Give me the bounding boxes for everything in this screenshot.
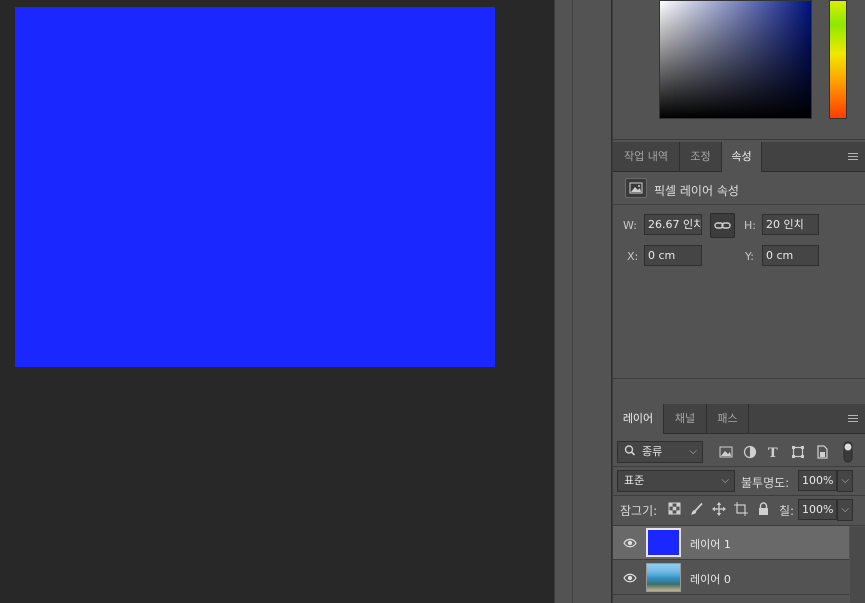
lock-transparency-icon[interactable] [668,502,684,518]
properties-tabbar: 작업 내역 조정 속성 [613,142,865,172]
y-label: Y: [745,250,754,263]
layer-thumbnail [646,528,681,557]
svg-text:T: T [768,446,778,459]
divider [613,495,865,496]
layer-row[interactable]: 레이어 1 [613,526,849,560]
pixel-layer-icon [625,178,647,198]
chevron-down-icon: ⌵ [689,446,697,457]
smart-object-filter-icon[interactable] [815,445,831,461]
x-label: X: [627,250,639,263]
chevron-down-icon: ⌵ [841,504,849,515]
lock-icon[interactable] [757,502,773,518]
filter-kind-label: 종류 [642,445,663,458]
tab-channels[interactable]: 채널 [664,404,707,434]
fill-input[interactable]: 100% [798,499,837,520]
chevron-down-icon: ⌵ [841,475,849,486]
height-label: H: [744,219,756,232]
blend-mode-label: 표준 [624,474,645,487]
layer-thumbnail [646,563,681,592]
toggle-icon[interactable] [842,441,854,463]
layers-scrollbar[interactable] [850,527,865,603]
artboard-icon[interactable] [734,502,750,518]
opacity-dropdown-button[interactable]: ⌵ [837,470,853,492]
width-label: W: [623,219,637,232]
document-canvas[interactable] [15,7,495,367]
panel-menu-icon[interactable] [848,415,858,423]
move-icon[interactable] [712,502,728,518]
opacity-input[interactable]: 100% [798,470,837,491]
chevron-down-icon: ⌵ [721,475,729,486]
collapsed-panel-strip [572,0,612,603]
properties-header: 픽셀 레이어 속성 [613,173,865,205]
document-canvas-area[interactable] [0,0,554,603]
tab-layers[interactable]: 레이어 [613,404,664,434]
layer-name: 레이어 0 [690,573,731,586]
brush-icon[interactable] [690,502,706,518]
eye-icon[interactable] [623,572,637,584]
properties-title: 픽셀 레이어 속성 [654,184,739,198]
width-input[interactable]: 26.67 인치 [644,214,702,235]
lock-label: 잠그기: [620,504,658,518]
tab-adjustments[interactable]: 조정 [680,142,722,172]
tab-properties[interactable]: 속성 [722,142,762,172]
shape-filter-icon[interactable] [791,445,807,461]
tab-paths[interactable]: 패스 [707,404,749,434]
divider [613,466,865,467]
x-input[interactable]: 0 cm [644,245,702,266]
layer-filter-dropdown[interactable]: 종류 ⌵ [617,441,703,463]
right-panel-dock: 작업 내역 조정 속성 픽셀 레이어 속성 W: 26.67 인치 H: 20 … [612,0,865,603]
image-filter-icon[interactable] [719,445,735,461]
panel-dock-gutter [554,0,572,603]
tab-history[interactable]: 작업 내역 [613,142,680,172]
y-input[interactable]: 0 cm [762,245,819,266]
search-icon [624,444,636,465]
divider [613,378,865,379]
adjustment-filter-icon[interactable] [743,445,759,461]
type-filter-icon[interactable]: T [767,445,783,461]
layer-name: 레이어 1 [690,538,731,551]
eye-icon[interactable] [623,537,637,549]
fill-label: 칠: [779,504,795,518]
fill-dropdown-button[interactable]: ⌵ [837,499,853,521]
layers-tabbar: 레이어 채널 패스 [613,404,865,434]
height-input[interactable]: 20 인치 [762,214,819,235]
panel-menu-icon[interactable] [848,153,858,161]
link-icon[interactable] [710,213,735,238]
blend-mode-dropdown[interactable]: 표준 ⌵ [617,470,735,492]
color-panel [613,0,865,140]
layer-row[interactable]: 레이어 0 [613,561,849,595]
opacity-label: 불투명도: [741,476,790,490]
hue-slider[interactable] [829,0,847,119]
color-saturation-field[interactable] [659,0,812,119]
